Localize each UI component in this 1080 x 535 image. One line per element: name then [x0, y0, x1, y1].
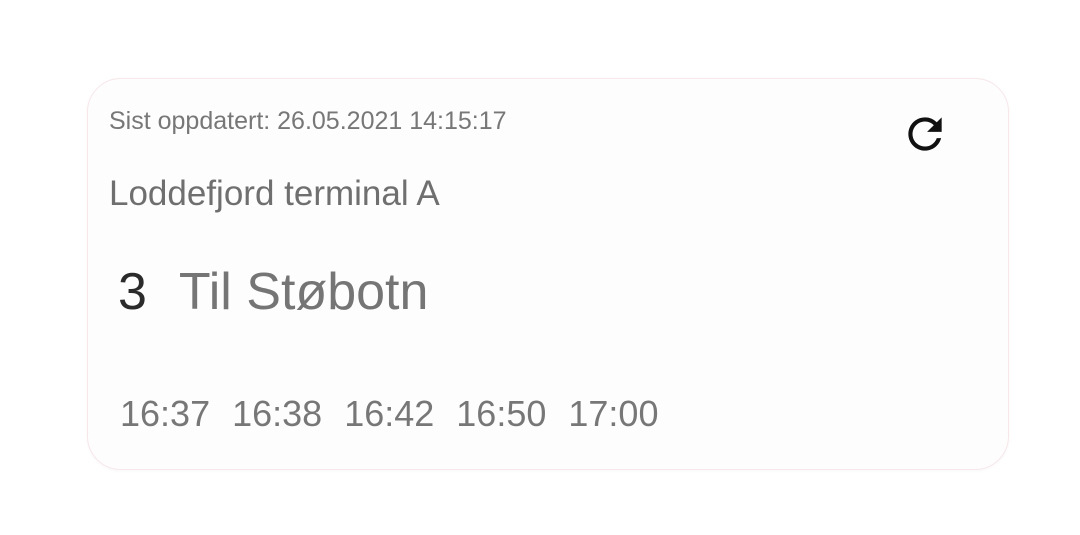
route-number: 3 [118, 263, 147, 321]
refresh-button[interactable] [900, 109, 950, 159]
departure-time: 16:38 [232, 393, 323, 434]
route-destination: Til Støbotn [178, 263, 429, 321]
departure-time: 16:42 [344, 393, 435, 434]
departure-time: 16:37 [120, 393, 211, 434]
departure-time: 17:00 [568, 393, 659, 434]
departure-time: 16:50 [456, 393, 547, 434]
stop-name: Loddefjord terminal A [109, 174, 440, 213]
refresh-icon [908, 117, 942, 151]
route-row: 3 Til Støbotn [118, 262, 428, 322]
last-updated-text: Sist oppdatert: 26.05.2021 14:15:17 [109, 107, 507, 135]
departure-times: 16:37 16:38 16:42 16:50 17:00 [120, 393, 658, 435]
departure-card: Sist oppdatert: 26.05.2021 14:15:17 Lodd… [87, 78, 1009, 470]
